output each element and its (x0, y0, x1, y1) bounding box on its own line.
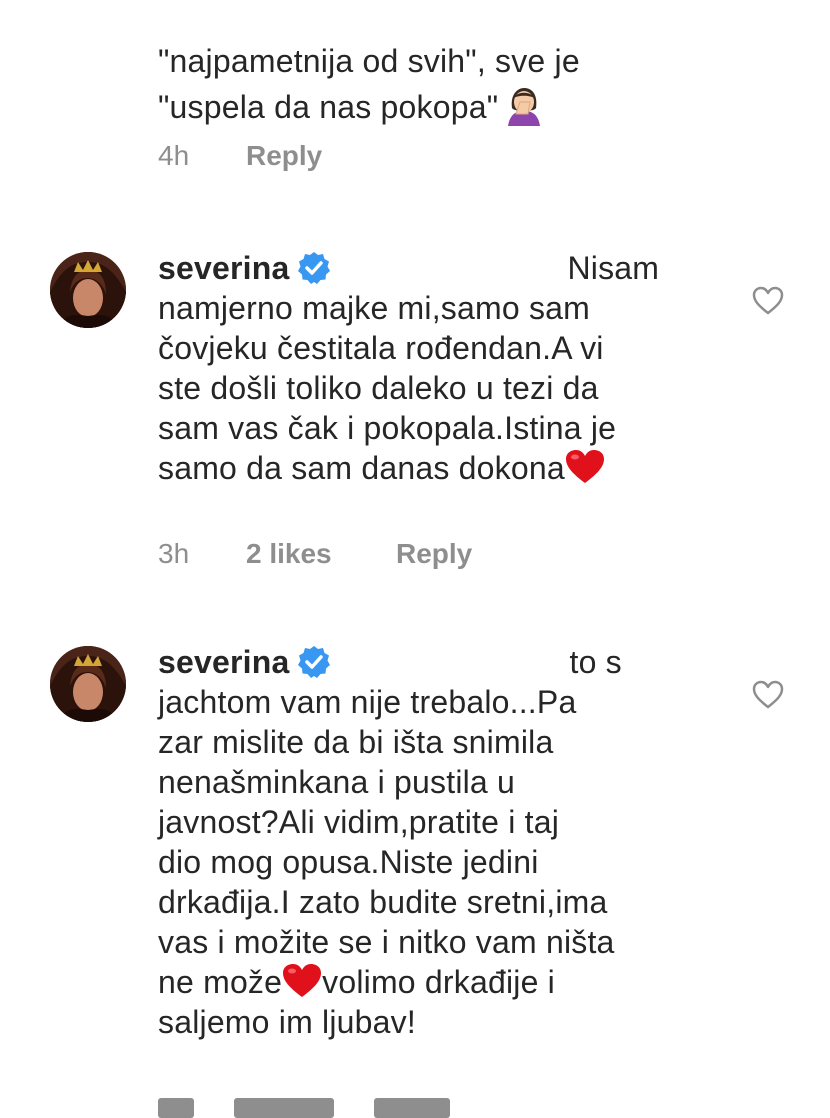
comment-line-text: ne može (158, 964, 283, 1000)
reply-button[interactable]: Reply (246, 140, 322, 172)
timestamp: 3h (158, 538, 190, 569)
like-heart-icon[interactable] (752, 680, 784, 710)
comment-line: jachtom vam nije trebalo...Pa (158, 684, 577, 720)
comment-line: "uspela da nas pokopa" (158, 84, 718, 130)
comment-line: zar mislite da bi išta snimila (158, 724, 554, 760)
comment-line-text: Nisam (567, 250, 660, 286)
comment-body: severina Nisam namjerno majke mi,samo sa… (158, 248, 718, 488)
comment-line: saljemo im ljubav! (158, 1004, 416, 1040)
comment-line: "najpametnija od svih", sve je (158, 43, 580, 79)
comment-line-text: volimo drkađije i (322, 964, 555, 1000)
like-heart-icon[interactable] (752, 286, 784, 316)
comment-line-text: to s (569, 644, 622, 680)
comment-line: severina to s (158, 642, 718, 682)
reply-button[interactable]: Reply (396, 538, 472, 570)
likes-count-button[interactable]: 2 likes (246, 538, 396, 570)
comment-line-text: samo da sam danas dokona (158, 450, 565, 486)
username-link[interactable]: severina (158, 644, 289, 680)
comment-line: ne može volimo drkađije i (158, 962, 718, 1002)
top-comment-meta: 4h Reply (158, 140, 322, 172)
comment-line: javnost?Ali vidim,pratite i taj (158, 804, 560, 840)
reply-button-cropped (374, 1098, 450, 1118)
comment-line: namjerno majke mi,samo sam (158, 290, 590, 326)
top-comment-text: "najpametnija od svih", sve je "uspela d… (158, 38, 718, 130)
comment-line: nenašminkana i pustila u (158, 764, 516, 800)
comment-line: drkađija.I zato budite sretni,ima (158, 884, 608, 920)
comment-line-text: "uspela da nas pokopa" (158, 89, 499, 125)
verified-badge-icon (298, 252, 331, 284)
woman-facepalming-emoji-icon (508, 88, 541, 126)
comment-line: čovjeku čestitala rođendan.A vi (158, 330, 604, 366)
comment-line: severina Nisam (158, 248, 718, 288)
profile-photo-icon (50, 252, 126, 328)
verified-badge-icon (298, 646, 331, 678)
avatar[interactable] (50, 252, 126, 328)
username-link[interactable]: severina (158, 250, 289, 286)
red-heart-emoji-icon (565, 450, 604, 483)
comment-line: sam vas čak i pokopala.Istina je (158, 410, 617, 446)
red-heart-emoji-icon (283, 964, 322, 997)
comment-line: vas i možite se i nitko vam ništa (158, 924, 615, 960)
comment-body: severina to s jachtom vam nije trebalo..… (158, 642, 718, 1042)
comment-meta-cropped (158, 1098, 450, 1118)
avatar[interactable] (50, 646, 126, 722)
timestamp: 4h (158, 140, 190, 171)
comment-line: samo da sam danas dokona (158, 448, 718, 488)
comment-meta: 3h 2 likes Reply (158, 538, 472, 570)
profile-photo-icon (50, 646, 126, 722)
comment-line: ste došli toliko daleko u tezi da (158, 370, 599, 406)
timestamp-cropped (158, 1098, 194, 1118)
likes-count-cropped (234, 1098, 334, 1118)
comment-line: dio mog opusa.Niste jedini (158, 844, 539, 880)
